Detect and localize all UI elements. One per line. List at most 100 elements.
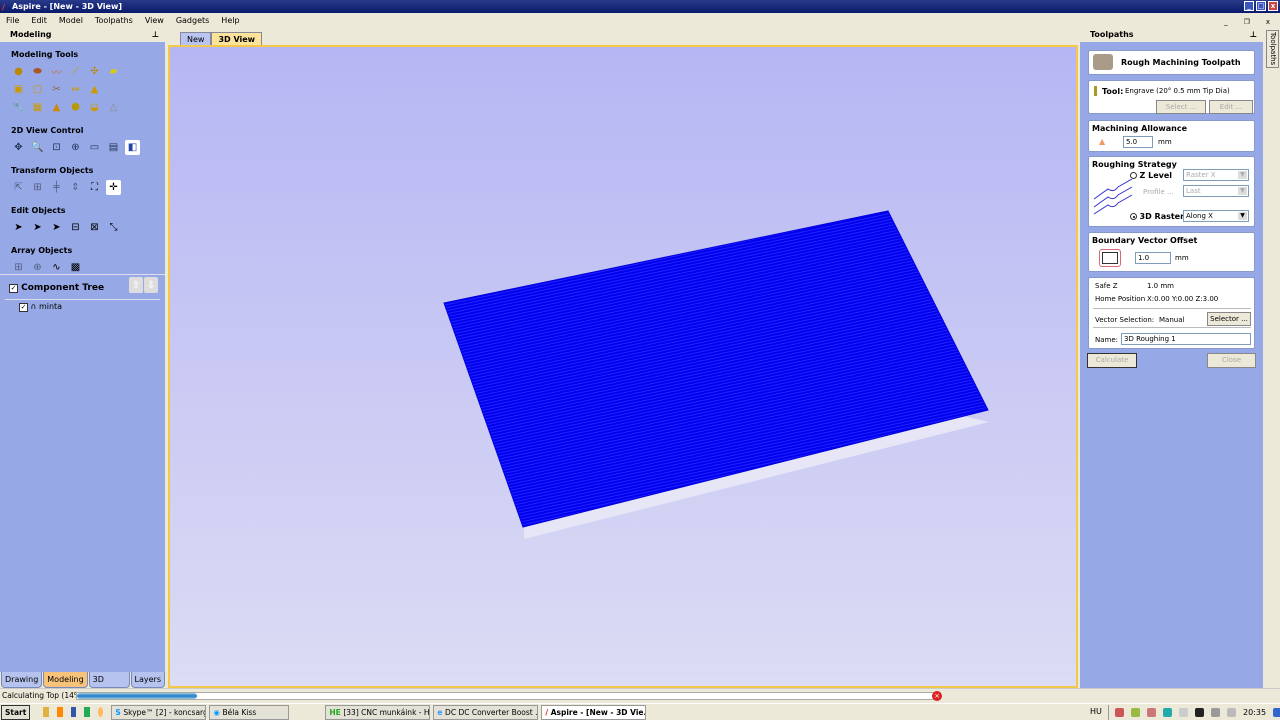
menu-model[interactable]: Model <box>53 13 89 28</box>
close-button[interactable]: x <box>1268 1 1278 11</box>
minimize-button[interactable]: _ <box>1244 1 1254 11</box>
tilt-icon[interactable]: △ <box>106 100 121 115</box>
word-icon[interactable] <box>70 707 77 717</box>
node-edit-icon[interactable]: ➤ <box>30 220 45 235</box>
maximize-button[interactable]: □ <box>1256 1 1266 11</box>
fade-icon[interactable]: ▢ <box>30 82 45 97</box>
selector-button[interactable]: Selector ... <box>1207 312 1251 326</box>
slice-icon[interactable]: ⬢ <box>68 100 83 115</box>
nesting-icon[interactable]: ▩ <box>68 260 83 275</box>
page-view-icon[interactable]: ◧ <box>125 140 140 155</box>
select-icon[interactable]: ➤ <box>11 220 26 235</box>
split-view-icon[interactable]: ▭ <box>87 140 102 155</box>
tab-modeling[interactable]: Modeling <box>43 672 88 688</box>
explorer-icon[interactable] <box>43 707 49 717</box>
size-icon[interactable]: ⛶ <box>87 180 102 195</box>
tab-new[interactable]: New <box>180 32 212 46</box>
toolpaths-side-tab[interactable]: Toolpaths <box>1266 30 1279 68</box>
tree-item[interactable]: ✓ ∩ minta <box>5 299 160 312</box>
menu-view[interactable]: View <box>139 13 170 28</box>
z-level-radio[interactable]: Z Level <box>1130 171 1172 180</box>
calculate-button[interactable]: Calculate <box>1087 353 1137 368</box>
component-tree-checkbox[interactable]: ✓ <box>9 284 18 293</box>
excel-icon[interactable] <box>84 707 90 717</box>
mirror-icon[interactable]: ⇕ <box>68 180 83 195</box>
z-level-select[interactable]: Raster X ▼ <box>1183 169 1249 181</box>
pan-icon[interactable]: ✥ <box>11 140 26 155</box>
menu-edit[interactable]: Edit <box>25 13 53 28</box>
tab-3d-view[interactable]: 3D View <box>211 32 263 46</box>
distort-icon[interactable]: ◒ <box>87 100 102 115</box>
zoom-icon[interactable]: 🔍 <box>30 140 45 155</box>
move-up-icon[interactable]: ⇧ <box>129 277 143 293</box>
tray-network-icon[interactable] <box>1115 708 1124 717</box>
task-bela-kiss[interactable]: ◉ Béla Kiss <box>209 704 290 720</box>
dome-icon[interactable]: ▲ <box>49 100 64 115</box>
menu-help[interactable]: Help <box>215 13 245 28</box>
tray-messenger-icon[interactable] <box>1131 708 1140 717</box>
vector-texture-icon[interactable]: ▣ <box>11 82 26 97</box>
extrude-icon[interactable]: ⟋ <box>68 64 83 79</box>
tab-3d-clipart[interactable]: 3D Clipart <box>88 672 130 699</box>
cancel-icon[interactable]: × <box>932 691 942 701</box>
boundary-input[interactable]: 1.0 <box>1135 252 1171 264</box>
move-down-icon[interactable]: ⇩ <box>144 277 158 293</box>
sculpt-icon[interactable]: ⇔ <box>68 82 83 97</box>
task-aspire[interactable]: / Aspire - [New - 3D Vie... <box>541 704 647 720</box>
grid-icon[interactable]: ▤ <box>106 140 121 155</box>
edit-tool-button[interactable]: Edit ... <box>1209 100 1253 114</box>
tray-volume-icon[interactable] <box>1227 708 1236 717</box>
language-indicator[interactable]: HU <box>1090 707 1102 716</box>
interactive-icon[interactable]: ⤡ <box>106 220 121 235</box>
position-icon[interactable]: ✛ <box>106 180 121 195</box>
turn-icon[interactable]: ✣ <box>87 64 102 79</box>
transform-icon[interactable]: ➤ <box>49 220 64 235</box>
pin-icon[interactable]: ⊥ <box>1250 28 1257 42</box>
wrench-icon[interactable]: 🔧 <box>11 100 26 115</box>
tab-drawing[interactable]: Drawing <box>1 672 43 688</box>
smooth-icon[interactable]: ✂ <box>49 82 64 97</box>
scale-icon[interactable]: ⊞ <box>30 180 45 195</box>
pin-icon[interactable]: ⊥ <box>152 28 159 42</box>
move-icon[interactable]: ⇱ <box>11 180 26 195</box>
task-dc-converter[interactable]: e DC DC Converter Boost ... <box>433 704 539 720</box>
show-desktop-icon[interactable] <box>1273 708 1280 717</box>
menu-toolpaths[interactable]: Toolpaths <box>89 13 139 28</box>
create-shape-icon[interactable]: ● <box>11 64 26 79</box>
3d-view-canvas[interactable] <box>168 45 1078 688</box>
tab-layers[interactable]: Layers <box>130 672 165 688</box>
firefox-icon[interactable] <box>97 707 104 717</box>
tray-device-icon[interactable] <box>1211 708 1220 717</box>
array-copy-icon[interactable]: ⊞ <box>11 260 26 275</box>
profile-select[interactable]: Last ▼ <box>1183 185 1249 197</box>
allowance-input[interactable]: 5.0 <box>1123 136 1153 148</box>
menu-file[interactable]: File <box>0 13 25 28</box>
close-toolpath-button[interactable]: Close <box>1207 353 1256 368</box>
zoom-box-icon[interactable]: ⊡ <box>49 140 64 155</box>
select-tool-button[interactable]: Select ... <box>1156 100 1206 114</box>
tray-ghost-icon[interactable] <box>1195 708 1204 717</box>
align-icon[interactable]: ╪ <box>49 180 64 195</box>
create-ellipse-icon[interactable]: ⬬ <box>30 64 45 79</box>
raster-select[interactable]: Along X ▼ <box>1183 210 1249 222</box>
bake-icon[interactable]: ▲ <box>87 82 102 97</box>
group-icon[interactable]: ⊟ <box>68 220 83 235</box>
copy-along-vector-icon[interactable]: ∿ <box>49 260 64 275</box>
name-input[interactable]: 3D Roughing 1 <box>1121 333 1251 345</box>
3d-raster-radio[interactable]: 3D Raster <box>1130 212 1184 221</box>
circular-array-icon[interactable]: ⊕ <box>30 260 45 275</box>
zoom-all-icon[interactable]: ⊕ <box>68 140 83 155</box>
media-player-icon[interactable] <box>56 707 63 717</box>
task-skype[interactable]: S Skype™ [2] - koncsargy... <box>111 704 207 720</box>
open-folder-icon[interactable]: ▰ <box>106 64 121 79</box>
texture-icon[interactable]: ▦ <box>30 100 45 115</box>
start-button[interactable]: Start <box>1 704 31 720</box>
task-cnc[interactable]: HE [33] CNC munkáink - Hob... <box>325 704 431 720</box>
menu-gadgets[interactable]: Gadgets <box>170 13 215 28</box>
tray-security-icon[interactable] <box>1147 708 1156 717</box>
tray-flag-icon[interactable] <box>1179 708 1188 717</box>
tree-item-checkbox[interactable]: ✓ <box>19 303 28 312</box>
tray-eset-icon[interactable] <box>1163 708 1172 717</box>
two-rail-sweep-icon[interactable]: 〰 <box>49 64 64 79</box>
ungroup-icon[interactable]: ⊠ <box>87 220 102 235</box>
